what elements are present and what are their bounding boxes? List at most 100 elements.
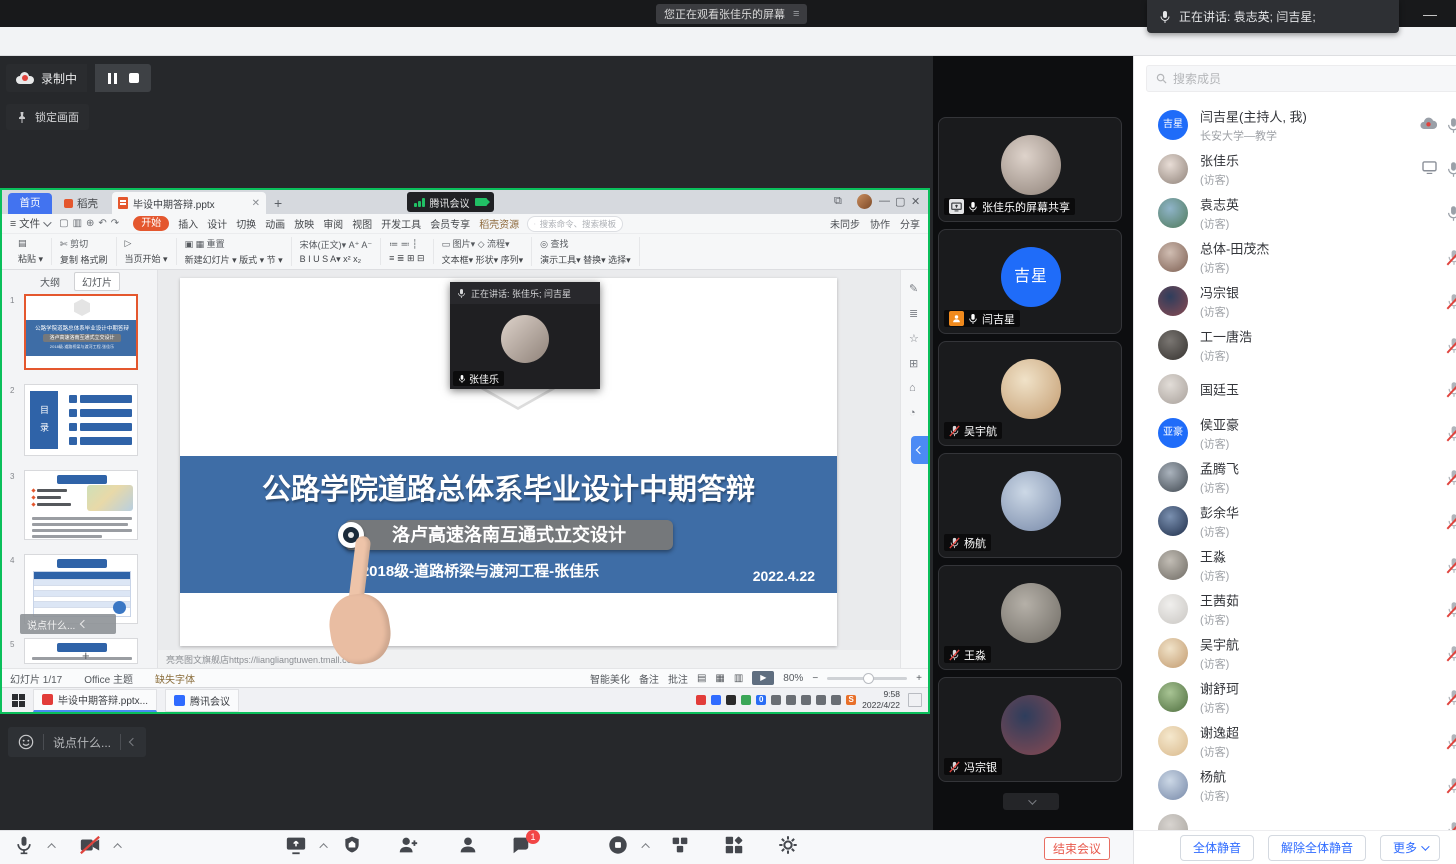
- member-row[interactable]: 王淼 (访客): [1134, 543, 1456, 587]
- slide-thumbnail-2[interactable]: 目 录: [24, 384, 138, 456]
- close-tab-icon[interactable]: ✕: [252, 198, 260, 209]
- wps-command-search[interactable]: 搜索命令、搜索模板: [527, 216, 623, 232]
- notes-button[interactable]: 备注: [639, 671, 659, 686]
- chat-input-widget[interactable]: 说点什么...: [8, 727, 146, 757]
- wps-menu-tab[interactable]: 动画: [265, 216, 285, 231]
- battery-tray-icon[interactable]: [771, 695, 781, 705]
- wps-action[interactable]: 未同步: [830, 216, 860, 231]
- outline-tab[interactable]: 大纲: [40, 274, 60, 291]
- slides-tab[interactable]: 幻灯片: [74, 272, 120, 291]
- lock-view-button[interactable]: 锁定画面: [6, 104, 89, 130]
- strip-collapse-button[interactable]: [1003, 793, 1059, 810]
- taskbar-meeting-task[interactable]: 腾讯会议: [165, 689, 239, 712]
- wps-user-avatar[interactable]: [857, 194, 872, 209]
- wps-home-tab[interactable]: 首页: [8, 193, 52, 214]
- slide-thumbnail-5[interactable]: [24, 638, 138, 664]
- zoom-slider-knob[interactable]: [863, 673, 874, 684]
- zoom-out-button[interactable]: −: [812, 673, 818, 684]
- more-button[interactable]: 更多: [1380, 835, 1440, 861]
- wps-daoke-tab[interactable]: 稻壳: [58, 193, 104, 214]
- unmute-all-button[interactable]: 解除全体静音: [1268, 835, 1366, 861]
- qq-tray-icon[interactable]: [726, 695, 736, 705]
- bottom-bar-item[interactable]: 设置: [760, 834, 816, 861]
- member-row[interactable]: 谢逸超 (访客): [1134, 719, 1456, 763]
- ribbon-group[interactable]: ▷当页开始 ▾: [117, 238, 177, 265]
- comments-button[interactable]: 批注: [668, 671, 688, 686]
- add-slide-button[interactable]: +: [82, 648, 90, 663]
- bottom-bar-item[interactable]: 安全: [324, 834, 380, 861]
- bottom-bar-item[interactable]: 管理成员: [440, 834, 496, 861]
- close-window-icon[interactable]: ✕: [911, 195, 920, 208]
- member-row[interactable]: 张佳乐 (访客): [1134, 147, 1456, 191]
- wps-file-menu[interactable]: ≡ 文件: [10, 216, 49, 231]
- member-row[interactable]: 王茜茹 (访客): [1134, 587, 1456, 631]
- slideshow-play-button[interactable]: ▶: [752, 671, 774, 685]
- bottom-bar-item[interactable]: 静音: [0, 834, 52, 861]
- stop-recording-button[interactable]: [129, 73, 139, 83]
- emoji-icon[interactable]: [18, 734, 34, 750]
- ribbon-group[interactable]: 宋体(正文)▾ A⁺ A⁻B I U S A▾ x² x₂: [292, 238, 382, 265]
- theme-name[interactable]: Office 主题: [84, 671, 133, 686]
- missing-fonts-warning[interactable]: 缺失字体: [155, 671, 195, 686]
- wps-file-tab[interactable]: 毕设中期答辩.pptx ✕: [112, 192, 266, 214]
- taskbar-wps-task[interactable]: 毕设中期答辩.pptx...: [33, 689, 157, 712]
- beautify-button[interactable]: 智能美化: [590, 671, 630, 686]
- wps-menu-tab[interactable]: 会员专享: [430, 216, 470, 231]
- ribbon-group[interactable]: ▣ ▦ 重置新建幻灯片 ▾ 版式 ▾ 节 ▾: [177, 237, 292, 266]
- current-slide[interactable]: 公路学院道路总体系毕业设计中期答辩 洛卢高速洛南互通式立交设计 2018级-道路…: [180, 278, 837, 646]
- member-row[interactable]: 吴宇航 (访客): [1134, 631, 1456, 675]
- ribbon-group[interactable]: ✄ 剪切复制 格式刷: [52, 237, 117, 266]
- wps-menu-tab[interactable]: 放映: [294, 216, 314, 231]
- wps-menu-tab[interactable]: 切换: [236, 216, 256, 231]
- clock-icon[interactable]: ◔: [909, 407, 916, 419]
- wps-action[interactable]: 协作: [870, 216, 890, 231]
- video-tile[interactable]: 王淼: [938, 565, 1122, 670]
- wps-menu-tab[interactable]: 视图: [352, 216, 372, 231]
- mute-all-button[interactable]: 全体静音: [1180, 835, 1254, 861]
- zoom-slider[interactable]: [827, 677, 907, 680]
- member-row[interactable]: 谢舒珂 (访客): [1134, 675, 1456, 719]
- wps-menu-tab[interactable]: 开发工具: [381, 216, 421, 231]
- member-row[interactable]: 总体-田茂杰 (访客): [1134, 235, 1456, 279]
- edit-icon[interactable]: ✎: [909, 282, 918, 295]
- bottom-bar-item[interactable]: 布局: [706, 834, 762, 861]
- ribbon-group[interactable]: ▤粘贴 ▾: [10, 238, 52, 265]
- bottom-bar-item[interactable]: 1 聊天: [492, 834, 548, 861]
- volume-tray-icon[interactable]: [801, 695, 811, 705]
- member-row[interactable]: 孟腾飞 (访客): [1134, 455, 1456, 499]
- panel-expand-handle[interactable]: [911, 436, 928, 464]
- member-row[interactable]: [1134, 807, 1456, 830]
- member-row[interactable]: 冯宗银 (访客): [1134, 279, 1456, 323]
- restore-window-icon[interactable]: ▢: [895, 195, 905, 208]
- wps-menu-tab[interactable]: 插入: [178, 216, 198, 231]
- wps-start-tab[interactable]: 开始: [133, 216, 169, 231]
- member-row[interactable]: 吉星 闫吉星(主持人, 我) 长安大学—教学: [1134, 103, 1456, 147]
- usb-tray-icon[interactable]: [831, 695, 841, 705]
- bottom-bar-item[interactable]: 录制: [590, 834, 646, 861]
- chat-preview-overlay[interactable]: 说点什么...: [20, 614, 116, 634]
- ribbon-group[interactable]: ▭ 图片▾ ◇ 流程▾文本框▾ 形状▾ 序列▾: [434, 237, 533, 266]
- member-search-input[interactable]: 搜索成员: [1146, 65, 1456, 92]
- reading-view-icon[interactable]: ▥: [734, 673, 743, 684]
- chat-input-placeholder[interactable]: 说点什么...: [53, 734, 111, 751]
- wps-action[interactable]: 分享: [900, 216, 920, 231]
- sorter-view-icon[interactable]: ▦: [715, 673, 724, 684]
- member-row[interactable]: 亚豪 侯亚豪 (访客): [1134, 411, 1456, 455]
- star-icon[interactable]: ☆: [909, 332, 919, 345]
- video-tile[interactable]: 吉星 闫吉星: [938, 229, 1122, 334]
- member-row[interactable]: 国廷玉: [1134, 367, 1456, 411]
- flash-tray-icon[interactable]: 0: [756, 695, 766, 705]
- wps-menu-tab[interactable]: 设计: [207, 216, 227, 231]
- grid-icon[interactable]: ⊞: [909, 357, 918, 370]
- member-row[interactable]: 工一唐浩 (访客): [1134, 323, 1456, 367]
- ribbon-group[interactable]: ◎ 查找演示工具▾ 替换▾ 选择▾: [532, 237, 640, 266]
- slide-thumbnail-1[interactable]: 公路学院道路总体系毕业设计中期答辩 洛卢高速洛南互通式立交设计 2018级-道路…: [24, 294, 138, 370]
- home-icon[interactable]: ⌂: [909, 382, 916, 394]
- bottom-bar-item[interactable]: 共享屏幕: [268, 834, 324, 861]
- wps-tray-icon[interactable]: [696, 695, 706, 705]
- new-tab-button[interactable]: +: [274, 195, 282, 211]
- zoom-in-button[interactable]: +: [916, 673, 922, 684]
- member-row[interactable]: 杨航 (访客): [1134, 763, 1456, 807]
- taskbar-clock[interactable]: 9:582022/4/22: [862, 689, 900, 710]
- wps-menu-tab[interactable]: 审阅: [323, 216, 343, 231]
